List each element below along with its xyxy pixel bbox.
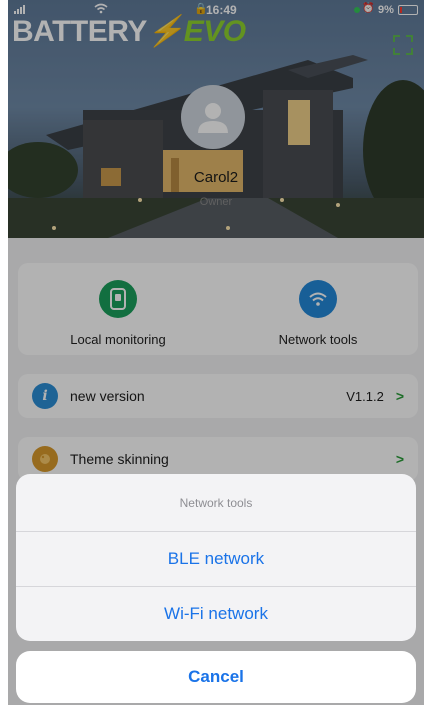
cancel-button[interactable]: Cancel (16, 651, 416, 703)
wifi-network-button[interactable]: Wi-Fi network (16, 586, 416, 640)
network-tools-action-sheet: Network tools BLE network Wi-Fi network (16, 474, 416, 641)
app-screen: 🔒 16:49 ⏰ 9% BATTERY⚡EVO Carol2 Owner Lo… (8, 0, 424, 705)
action-sheet-title: Network tools (16, 474, 416, 532)
ble-network-button[interactable]: BLE network (16, 532, 416, 586)
